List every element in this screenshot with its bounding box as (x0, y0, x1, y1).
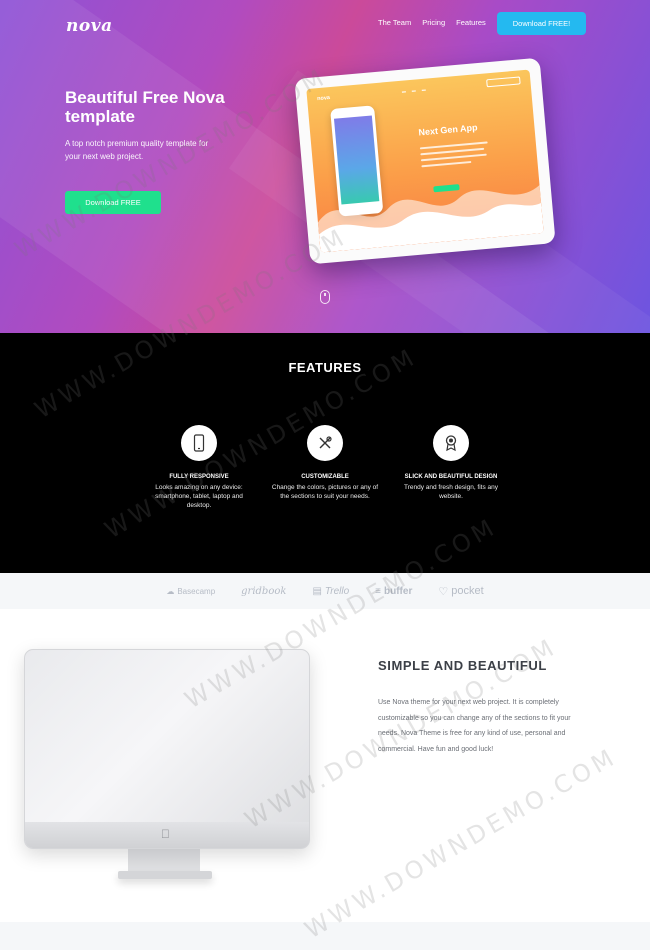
brand-label: pocket (451, 585, 484, 597)
imac-stand (128, 849, 200, 873)
basecamp-icon: ☁ (166, 586, 175, 596)
pocket-icon: ♡ (438, 585, 449, 598)
hero-section: nova The Team Pricing Features Download … (0, 0, 650, 333)
hero-title: Beautiful Free Nova template (65, 88, 225, 126)
logo[interactable]: nova (66, 16, 113, 36)
smartphone-icon (181, 425, 217, 461)
features-section: FEATURES FULLY RESPONSIVE Looks amazing … (0, 333, 650, 573)
brand-pocket: ♡ pocket (438, 585, 483, 598)
features-title: FEATURES (288, 360, 362, 375)
brand-buffer: ≡ buffer (375, 586, 412, 597)
main-nav: The Team Pricing Features (378, 18, 486, 27)
feature-responsive: FULLY RESPONSIVE Looks amazing on any de… (144, 425, 254, 510)
nav-download-button[interactable]: Download FREE! (497, 12, 586, 35)
mockup-text-line (420, 153, 487, 162)
nav-item-features[interactable]: Features (456, 18, 486, 27)
mockup-cta (486, 76, 521, 88)
feature-title: FULLY RESPONSIVE (169, 474, 229, 480)
brand-label: Trello (324, 585, 350, 597)
tablet-screen: nova ▬ ▬ ▬ Next Gen App (306, 69, 544, 253)
footer-band (0, 922, 650, 950)
imac-mockup:  (24, 649, 310, 849)
imac-stand-base (118, 871, 212, 879)
award-icon (433, 425, 469, 461)
brand-trello: ▤ Trello (312, 586, 349, 597)
feature-description: Change the colors, pictures or any of th… (271, 484, 379, 500)
feature-customizable: CUSTOMIZABLE Change the colors, pictures… (270, 425, 380, 501)
mockup-text-line (421, 160, 472, 168)
section-title: SIMPLE AND BEAUTIFUL (378, 658, 547, 673)
trello-icon: ▤ (312, 585, 322, 597)
brand-gridbook: gridbook (241, 586, 286, 597)
feature-description: Looks amazing on any device: smartphone,… (155, 484, 243, 509)
feature-description: Trendy and fresh design, fits any websit… (403, 484, 499, 500)
brand-label: gridbook (241, 585, 287, 597)
hero-subtitle: A top notch premium quality template for… (65, 139, 209, 161)
brand-basecamp: ☁ Basecamp (166, 587, 215, 596)
buffer-icon: ≡ (375, 585, 381, 597)
apple-logo-icon:  (161, 828, 173, 841)
imac-chin:  (25, 822, 309, 848)
feature-title: CUSTOMIZABLE (301, 474, 349, 480)
scroll-mouse-icon[interactable] (320, 290, 330, 304)
brands-strip: ☁ Basecamp gridbook ▤ Trello ≡ buffer ♡ … (0, 573, 650, 609)
simple-section:  SIMPLE AND BEAUTIFUL Use Nova theme fo… (0, 609, 650, 922)
nav-item-pricing[interactable]: Pricing (422, 18, 445, 27)
feature-design: SLICK AND BEAUTIFUL DESIGN Trendy and fr… (396, 425, 506, 501)
tools-icon (307, 425, 343, 461)
mockup-logo: nova (316, 95, 331, 103)
mockup-title: Next Gen App (418, 122, 478, 138)
tablet-mockup: nova ▬ ▬ ▬ Next Gen App (294, 57, 556, 265)
nav-item-team[interactable]: The Team (378, 18, 411, 27)
brand-label: buffer (384, 585, 413, 597)
mockup-nav: ▬ ▬ ▬ (401, 86, 426, 94)
section-text: Use Nova theme for your next web project… (378, 699, 571, 753)
hero-download-button[interactable]: Download FREE (65, 191, 161, 214)
feature-title: SLICK AND BEAUTIFUL DESIGN (404, 474, 498, 480)
brand-label: Basecamp (177, 586, 216, 596)
